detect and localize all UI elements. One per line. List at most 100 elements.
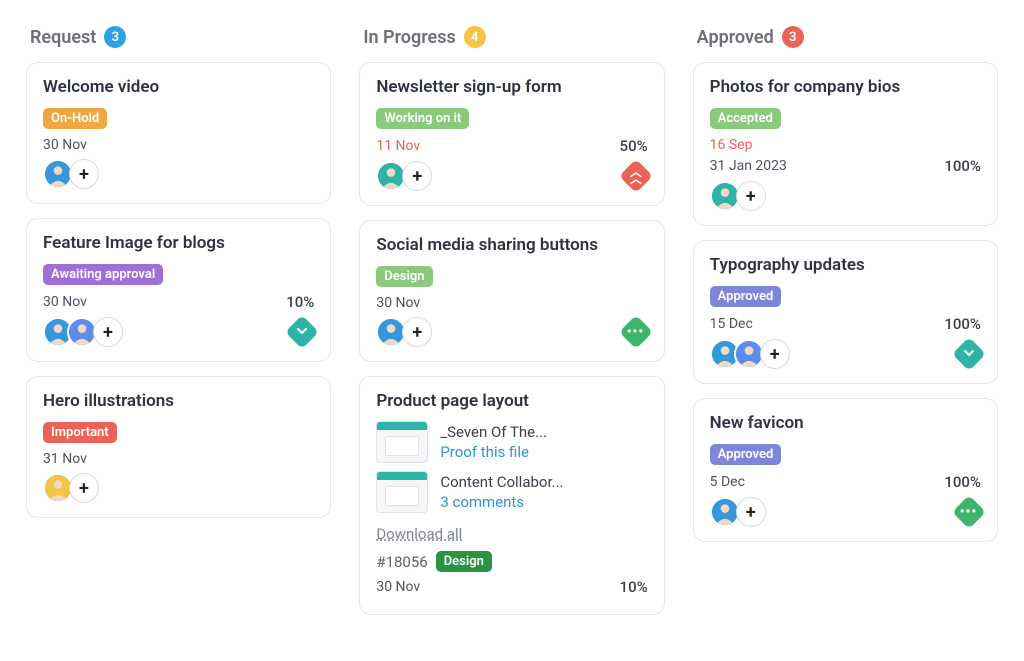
- id-row: #18056 Design: [376, 551, 647, 572]
- status-chip[interactable]: Awaiting approval: [43, 264, 163, 285]
- column: Approved 3 Photos for company bios Accept…: [693, 26, 998, 556]
- avatar-group: +: [43, 159, 99, 189]
- date-row: 11 Nov 50%: [376, 137, 647, 155]
- tag-pill[interactable]: Design: [436, 551, 492, 572]
- column-title: Approved: [697, 27, 774, 48]
- status-chip[interactable]: Design: [376, 266, 432, 287]
- card-date: 30 Nov: [43, 137, 87, 153]
- priority-indicator-icon[interactable]: [285, 315, 319, 349]
- avatar-group: +: [43, 473, 99, 503]
- card-title: Welcome video: [43, 77, 314, 97]
- column-title: Request: [30, 27, 96, 48]
- file-thumbnail-icon: [376, 421, 428, 463]
- avatar-group: +: [710, 181, 766, 211]
- add-assignee-button[interactable]: +: [760, 339, 790, 369]
- add-assignee-button[interactable]: +: [736, 181, 766, 211]
- avatar-group: +: [376, 317, 432, 347]
- card-date: 16 Sep: [710, 137, 753, 153]
- status-chip[interactable]: Accepted: [710, 108, 781, 129]
- card-footer: +: [43, 473, 314, 503]
- avatar-group: +: [43, 317, 123, 347]
- priority-indicator-icon[interactable]: •••: [619, 315, 653, 349]
- progress-text: 50%: [620, 137, 648, 155]
- column-header: Request 3: [26, 26, 331, 48]
- date-row: 30 Nov: [376, 295, 647, 311]
- date-row: 15 Dec 100%: [710, 315, 981, 333]
- column-header: In Progress 4: [359, 26, 664, 48]
- card-footer: +: [43, 317, 314, 347]
- card-title: Photos for company bios: [710, 77, 981, 97]
- priority-indicator-icon[interactable]: [952, 337, 986, 371]
- file-name: _Seven Of The...: [440, 423, 547, 441]
- task-card[interactable]: Typography updates Approved 15 Dec 100% +: [693, 240, 998, 384]
- task-card[interactable]: Photos for company bios Accepted 16 Sep 3…: [693, 62, 998, 226]
- file-link[interactable]: 3 comments: [440, 493, 563, 511]
- column-count-badge: 3: [782, 26, 804, 48]
- status-chip[interactable]: Approved: [710, 286, 782, 307]
- status-chip[interactable]: On-Hold: [43, 108, 107, 129]
- date-row: 30 Nov 10%: [376, 578, 647, 596]
- task-card[interactable]: Hero illustrations Important 31 Nov +: [26, 376, 331, 518]
- date-row: 30 Nov 10%: [43, 293, 314, 311]
- card-footer: + ︿︿: [376, 161, 647, 191]
- date-row-2: 31 Jan 2023 100%: [710, 157, 981, 175]
- card-date: 5 Dec: [710, 474, 745, 490]
- progress-text: 10%: [286, 293, 314, 311]
- column-count-badge: 4: [464, 26, 486, 48]
- download-all-link[interactable]: Download all: [376, 525, 462, 543]
- file-row[interactable]: _Seven Of The... Proof this file: [376, 421, 647, 463]
- add-assignee-button[interactable]: +: [402, 317, 432, 347]
- column-header: Approved 3: [693, 26, 998, 48]
- card-footer: + •••: [376, 317, 647, 347]
- progress-text: 10%: [620, 578, 648, 596]
- card-date: 30 Nov: [376, 295, 420, 311]
- progress-text: 100%: [944, 157, 981, 175]
- file-thumbnail-icon: [376, 471, 428, 513]
- date-row: 5 Dec 100%: [710, 473, 981, 491]
- status-chip[interactable]: Important: [43, 422, 117, 443]
- date-row: 30 Nov: [43, 137, 314, 153]
- status-chip[interactable]: Approved: [710, 444, 782, 465]
- priority-indicator-icon[interactable]: ︿︿: [619, 159, 653, 193]
- column: In Progress 4 Newsletter sign-up form Wor…: [359, 26, 664, 629]
- task-card[interactable]: Newsletter sign-up form Working on it 11 …: [359, 62, 664, 206]
- add-assignee-button[interactable]: +: [93, 317, 123, 347]
- add-assignee-button[interactable]: +: [69, 159, 99, 189]
- card-title: Hero illustrations: [43, 391, 314, 411]
- task-card[interactable]: New favicon Approved 5 Dec 100% + •••: [693, 398, 998, 542]
- status-chip[interactable]: Working on it: [376, 108, 469, 129]
- column-title: In Progress: [363, 27, 455, 48]
- task-card[interactable]: Welcome video On-Hold 30 Nov +: [26, 62, 331, 204]
- add-assignee-button[interactable]: +: [402, 161, 432, 191]
- priority-indicator-icon[interactable]: •••: [952, 495, 986, 529]
- avatar-group: +: [376, 161, 432, 191]
- card-footer: +: [710, 339, 981, 369]
- card-footer: +: [710, 181, 981, 211]
- card-title: New favicon: [710, 413, 981, 433]
- kanban-board: Request 3 Welcome video On-Hold 30 Nov + …: [0, 0, 1024, 649]
- card-date: 31 Nov: [43, 451, 87, 467]
- card-title: Feature Image for blogs: [43, 233, 314, 253]
- task-card[interactable]: Social media sharing buttonsDesign 30 No…: [359, 220, 664, 362]
- card-title: Typography updates: [710, 255, 981, 275]
- card-title: Product page layout: [376, 391, 647, 411]
- task-card[interactable]: Feature Image for blogs Awaiting approval…: [26, 218, 331, 362]
- file-name: Content Collabor...: [440, 473, 563, 491]
- file-link[interactable]: Proof this file: [440, 443, 547, 461]
- task-id: #18056: [376, 553, 427, 571]
- add-assignee-button[interactable]: +: [736, 497, 766, 527]
- avatar-group: +: [710, 497, 766, 527]
- card-date: 30 Nov: [376, 579, 420, 595]
- add-assignee-button[interactable]: +: [69, 473, 99, 503]
- column: Request 3 Welcome videoOn-Hold 30 Nov + …: [26, 26, 331, 532]
- file-row[interactable]: Content Collabor... 3 comments: [376, 471, 647, 513]
- card-footer: +: [43, 159, 314, 189]
- task-card[interactable]: Product page layout _Seven Of The... Pro…: [359, 376, 664, 615]
- progress-text: 100%: [944, 315, 981, 333]
- card-footer: + •••: [710, 497, 981, 527]
- date-row: 31 Nov: [43, 451, 314, 467]
- card-date: 30 Nov: [43, 294, 87, 310]
- date-row: 16 Sep: [710, 137, 981, 153]
- progress-text: 100%: [944, 473, 981, 491]
- card-title: Newsletter sign-up form: [376, 77, 647, 97]
